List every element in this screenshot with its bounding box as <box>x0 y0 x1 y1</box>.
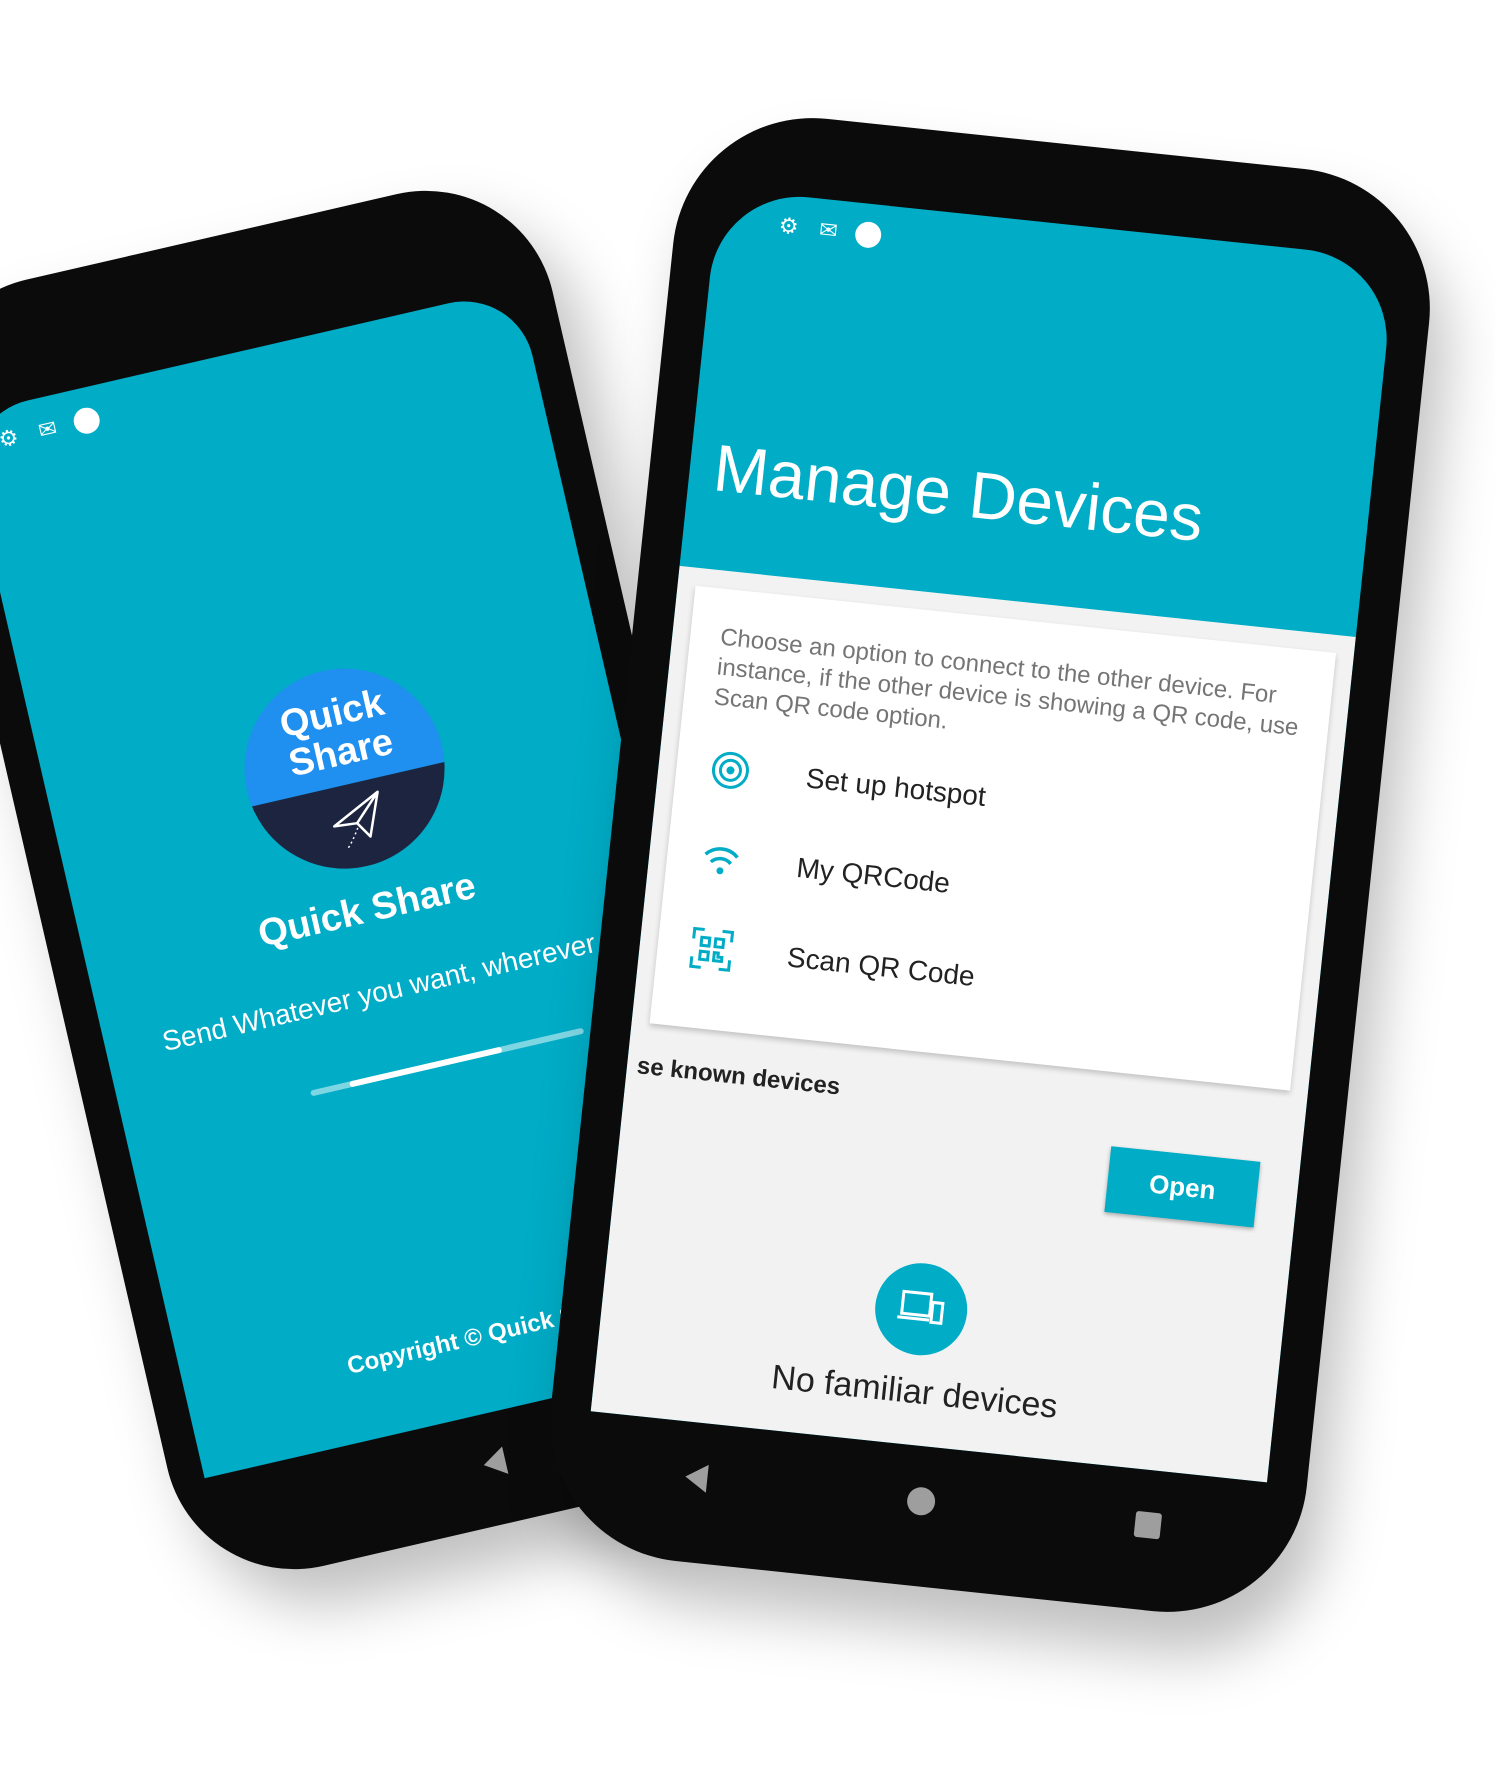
notification-dot-icon <box>853 220 883 250</box>
back-nav-icon[interactable] <box>683 1462 709 1493</box>
loading-progress-bar <box>310 1027 585 1097</box>
status-bar: ⚙ ✉ <box>774 212 883 250</box>
recents-nav-icon[interactable] <box>1133 1510 1163 1540</box>
option-label: Set up hotspot <box>804 762 988 813</box>
option-set-up-hotspot[interactable]: Set up hotspot <box>704 744 988 821</box>
hotspot-icon <box>704 744 757 797</box>
right-phone: ⚙ ✉ Manage Devices Choose an option to c… <box>536 104 1444 1626</box>
app-logo: Quick Share <box>224 648 465 889</box>
notification-dot-icon <box>71 405 103 437</box>
open-button[interactable]: Open <box>1104 1146 1261 1228</box>
gmail-icon: ✉ <box>818 216 839 244</box>
known-devices-heading: se known devices <box>635 1052 842 1101</box>
gear-icon: ⚙ <box>777 212 800 240</box>
manage-devices-screen: ⚙ ✉ Manage Devices Choose an option to c… <box>590 187 1396 1483</box>
status-bar: ⚙ ✉ <box>0 405 103 454</box>
gmail-icon: ✉ <box>35 414 60 444</box>
option-label: Scan QR Code <box>785 941 977 992</box>
content-area: Choose an option to connect to the other… <box>590 565 1356 1483</box>
instructions-text: Choose an option to connect to the other… <box>712 623 1300 742</box>
option-scan-qr-code[interactable]: Scan QR Code <box>685 923 977 1001</box>
connect-options-card: Choose an option to connect to the other… <box>649 585 1337 1091</box>
devices-icon <box>870 1258 972 1360</box>
option-my-qrcode[interactable]: My QRCode <box>695 833 953 907</box>
gear-icon: ⚙ <box>0 423 22 453</box>
progress-fill <box>349 1046 503 1088</box>
qr-scan-icon <box>685 923 738 976</box>
home-nav-icon[interactable] <box>905 1485 937 1517</box>
back-nav-icon[interactable] <box>480 1446 509 1479</box>
page-title: Manage Devices <box>710 430 1207 556</box>
wifi-icon <box>695 833 748 886</box>
option-label: My QRCode <box>795 851 952 899</box>
